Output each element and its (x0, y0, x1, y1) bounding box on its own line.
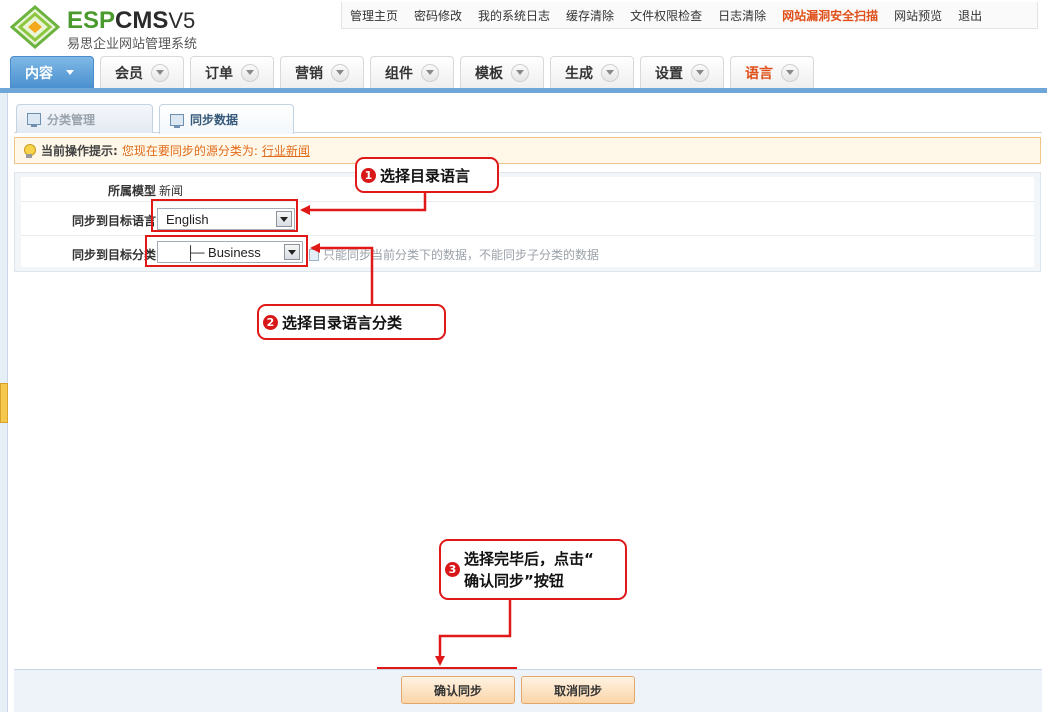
chevron-down-icon (691, 63, 709, 82)
logo: ESPCMSV5 易思企业网站管理系统 (10, 5, 220, 52)
chevron-down-icon (421, 63, 439, 82)
sidebar-collapse-bar (0, 93, 8, 712)
cancel-sync-button[interactable]: 取消同步 (521, 676, 635, 704)
callout-step-2: 2 选择目录语言分类 (257, 304, 446, 340)
chevron-down-icon (61, 64, 79, 82)
step-2-badge: 2 (263, 314, 278, 330)
chevron-down-icon (601, 63, 619, 82)
topnav-logout[interactable]: 退出 (950, 7, 990, 24)
monitor-icon (27, 113, 41, 127)
tip-text: 您现在要同步的源分类为: (121, 144, 258, 158)
tab-member[interactable]: 会员 (100, 56, 184, 88)
lightbulb-icon (23, 143, 36, 158)
tab-settings[interactable]: 设置 (640, 56, 724, 88)
tip-label: 当前操作提示: (41, 144, 118, 158)
logo-brand: ESPCMSV5 (67, 7, 196, 34)
topnav-security-scan[interactable]: 网站漏洞安全扫描 (774, 7, 886, 24)
topnav-my-log[interactable]: 我的系统日志 (470, 7, 558, 24)
target-language-label: 同步到目标语言 (71, 214, 156, 228)
chevron-down-icon (241, 63, 259, 82)
chevron-down-icon (331, 63, 349, 82)
topnav-password[interactable]: 密码修改 (406, 7, 470, 24)
tab-language[interactable]: 语言 (730, 56, 814, 88)
tab-templates[interactable]: 模板 (460, 56, 544, 88)
tab-marketing[interactable]: 营销 (280, 56, 364, 88)
nav-divider (0, 88, 1047, 93)
chevron-down-icon (781, 63, 799, 82)
operation-tip: 当前操作提示: 您现在要同步的源分类为: 行业新闻 (14, 137, 1041, 164)
tab-content[interactable]: 内容 (10, 56, 94, 88)
chevron-down-icon (151, 63, 169, 82)
confirm-sync-button[interactable]: 确认同步 (401, 676, 515, 704)
step-3-badge: 3 (445, 562, 460, 577)
arrow-to-confirm (435, 600, 512, 666)
topnav-clear-log[interactable]: 日志清除 (710, 7, 774, 24)
tab-components[interactable]: 组件 (370, 56, 454, 88)
chevron-down-icon (511, 63, 529, 82)
model-label: 所属模型 (107, 184, 156, 198)
tab-order[interactable]: 订单 (190, 56, 274, 88)
topnav-home[interactable]: 管理主页 (342, 7, 406, 24)
model-value: 新闻 (159, 184, 184, 198)
main-nav: 内容 会员 订单 营销 组件 模板 生成 设置 语言 (10, 56, 820, 88)
tab-generate[interactable]: 生成 (550, 56, 634, 88)
topnav-file-permission[interactable]: 文件权限检查 (622, 7, 710, 24)
topnav-preview[interactable]: 网站预览 (886, 7, 950, 24)
tab-category-manage[interactable]: 分类管理 (16, 104, 153, 133)
info-icon (309, 248, 319, 261)
logo-subtitle: 易思企业网站管理系统 (67, 37, 198, 52)
source-category-link[interactable]: 行业新闻 (262, 142, 310, 159)
step-1-badge: 1 (361, 167, 376, 183)
highlight-language-select (151, 199, 298, 232)
topnav-clear-cache[interactable]: 缓存清除 (558, 7, 622, 24)
tab-sync-data[interactable]: 同步数据 (159, 104, 294, 134)
callout-step-3: 3 选择完毕后，点击“ 确认同步”按钮 (439, 539, 627, 600)
highlight-category-select (145, 235, 308, 267)
monitor-icon (170, 113, 184, 128)
top-nav: 管理主页 密码修改 我的系统日志 缓存清除 文件权限检查 日志清除 网站漏洞安全… (341, 2, 1038, 29)
callout-step-1: 1 选择目录语言 (355, 157, 499, 193)
header: ESPCMSV5 易思企业网站管理系统 管理主页 密码修改 我的系统日志 缓存清… (0, 0, 1047, 92)
sidebar-toggle-handle[interactable] (0, 383, 8, 423)
target-category-label: 同步到目标分类 (71, 248, 156, 262)
logo-icon (10, 5, 60, 49)
category-hint: 只能同步当前分类下的数据，不能同步子分类的数据 (309, 246, 599, 263)
sub-tabs: 分类管理 同步数据 (14, 103, 1042, 134)
